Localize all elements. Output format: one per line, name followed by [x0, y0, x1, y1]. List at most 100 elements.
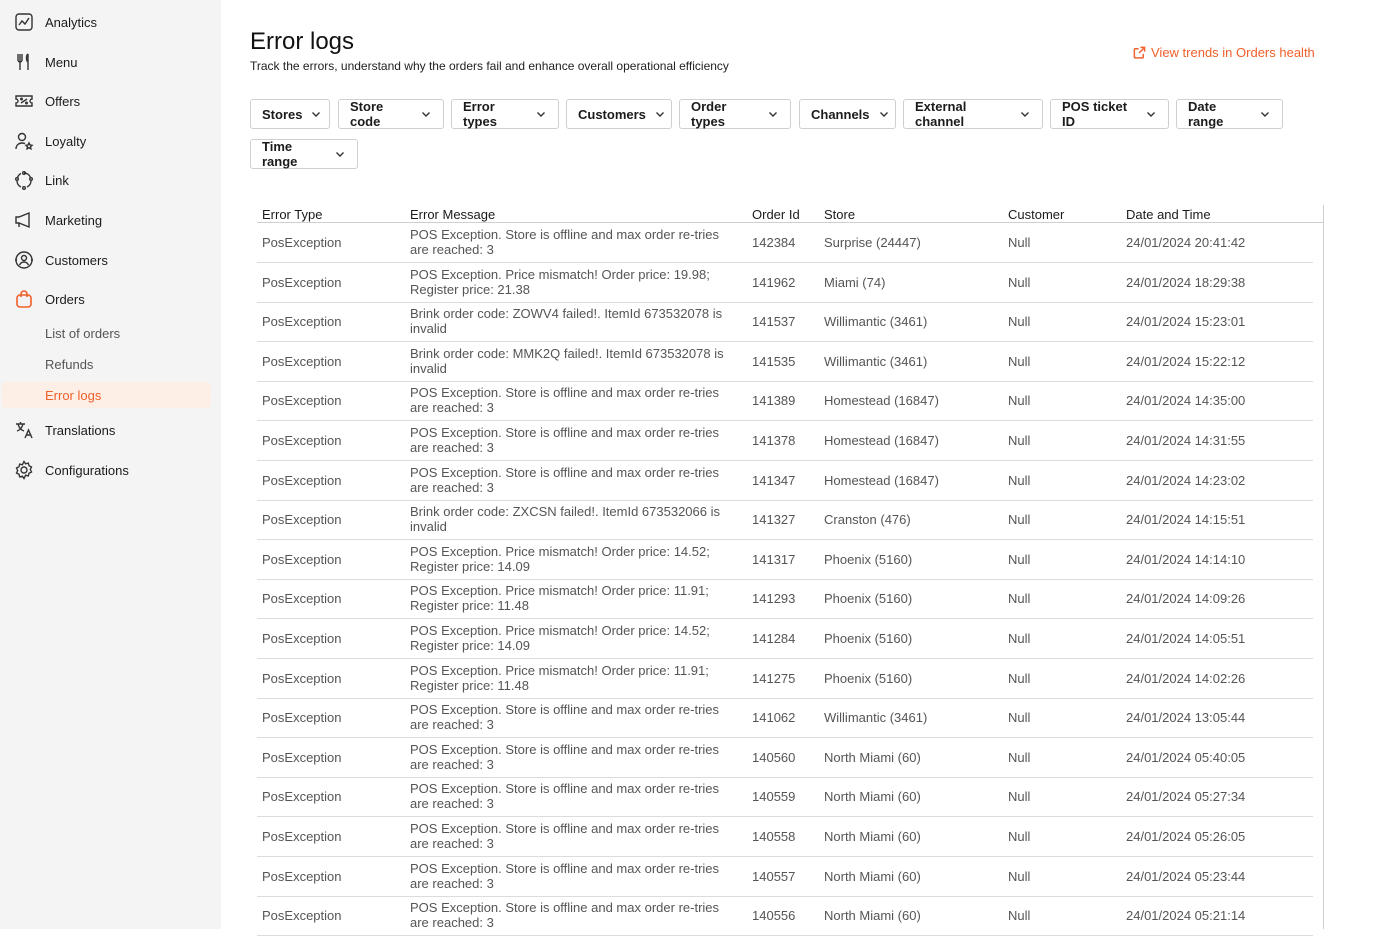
table-row[interactable]: PosException Brink order code: MMK2Q fail… — [257, 342, 1313, 382]
cell-order-id: 141389 — [752, 393, 796, 409]
sidebar-item-orders[interactable]: Orders — [0, 281, 221, 317]
cell-order-id: 141327 — [752, 512, 796, 528]
filter-label: Time range — [262, 139, 298, 169]
error-message-line: are reached: 3 — [410, 479, 494, 495]
cell-error-message: POS Exception. Price mismatch! Order pri… — [410, 267, 745, 297]
sidebar-item-translations[interactable]: Translations — [0, 412, 221, 448]
table-row[interactable]: PosException POS Exception. Store is offl… — [257, 381, 1313, 422]
filter-label: Store code — [350, 99, 384, 129]
cell-error-type: PosException — [262, 353, 342, 369]
error-message-line: Register price: 21.38 — [410, 281, 530, 297]
sidebar-item-label: Configurations — [45, 462, 129, 478]
cell-error-type: PosException — [262, 591, 342, 607]
table-row[interactable]: PosException POS Exception. Store is offl… — [257, 223, 1313, 263]
cell-customer: Null — [1008, 314, 1031, 330]
filter-error-types[interactable]: Error types — [451, 99, 559, 129]
cell-store: North Miami (60) — [824, 908, 921, 924]
cell-error-type: PosException — [262, 631, 342, 646]
cell-store: Cranston (476) — [824, 512, 911, 528]
table-row[interactable]: PosException Brink order code: ZOWV4 fail… — [257, 302, 1313, 343]
sidebar-item-link[interactable]: Link — [0, 162, 221, 198]
error-message-line: are reached: 3 — [410, 717, 494, 733]
error-message-line: POS Exception. Store is offline and max … — [410, 227, 720, 242]
table-row[interactable]: PosException POS Exception. Store is offl… — [257, 896, 1313, 936]
column-header-store[interactable]: Store — [824, 207, 855, 222]
cell-error-message: POS Exception. Store is offline and max … — [410, 821, 745, 851]
table-row[interactable]: PosException POS Exception. Price mismatc… — [257, 579, 1313, 620]
filter-time-range[interactable]: Time range — [250, 139, 358, 169]
table-row[interactable]: PosException POS Exception. Store is offl… — [257, 857, 1313, 897]
filter-order-types[interactable]: Order types — [679, 99, 791, 129]
table-row[interactable]: PosException POS Exception. Price mismatc… — [257, 619, 1313, 659]
sidebar-item-label: Customers — [45, 252, 108, 268]
cell-store: Surprise (24447) — [824, 235, 921, 250]
page-title: Error logs — [250, 28, 355, 55]
column-header-order-id[interactable]: Order Id — [752, 207, 800, 222]
cell-order-id: 141317 — [752, 551, 796, 567]
cell-order-id: 142384 — [752, 235, 796, 250]
filter-channels[interactable]: Channels — [799, 99, 896, 129]
table-row[interactable]: PosException POS Exception. Store is offl… — [257, 461, 1313, 501]
cell-store: Willimantic (3461) — [824, 353, 928, 369]
cell-error-message: POS Exception. Store is offline and max … — [410, 742, 745, 772]
sidebar-item-customers[interactable]: Customers — [0, 242, 221, 278]
error-message-line: Register price: 14.09 — [410, 638, 530, 653]
table-row[interactable]: PosException POS Exception. Store is offl… — [257, 698, 1313, 739]
table-row[interactable]: PosException Brink order code: ZXCSN fail… — [257, 500, 1313, 541]
cell-date-time: 24/01/2024 14:09:26 — [1126, 591, 1246, 607]
table-row[interactable]: PosException POS Exception. Price mismatc… — [257, 540, 1313, 580]
cell-store: Homestead (16847) — [824, 433, 939, 448]
sidebar-item-offers[interactable]: Offers — [0, 83, 221, 119]
column-header-customer[interactable]: Customer — [1008, 207, 1064, 222]
filter-date-range[interactable]: Date range — [1176, 99, 1283, 129]
cell-store: North Miami (60) — [824, 829, 921, 844]
sidebar-item-configurations[interactable]: Configurations — [0, 452, 221, 488]
table-row[interactable]: PosException POS Exception. Store is offl… — [257, 421, 1313, 461]
cell-error-type: PosException — [262, 908, 342, 924]
sidebar-item-analytics[interactable]: Analytics — [0, 4, 221, 40]
filter-pos-ticket-id[interactable]: POS ticket ID — [1050, 99, 1169, 129]
error-message-line: Brink order code: MMK2Q failed!. ItemId … — [410, 345, 724, 361]
view-trends-link[interactable]: View trends in Orders health — [1133, 45, 1315, 60]
filter-stores[interactable]: Stores — [250, 99, 330, 129]
sidebar-item-menu[interactable]: Menu — [0, 44, 221, 80]
error-message-line: POS Exception. Price mismatch! Order pri… — [410, 623, 710, 638]
filter-label: Date range — [1188, 99, 1224, 129]
cell-date-time: 24/01/2024 20:41:42 — [1126, 235, 1246, 250]
cell-order-id: 140556 — [752, 908, 796, 924]
table-row[interactable]: PosException POS Exception. Price mismatc… — [257, 263, 1313, 303]
sidebar-subitem-label: Error logs — [45, 387, 102, 403]
filter-customers[interactable]: Customers — [566, 99, 672, 129]
column-header-error-message[interactable]: Error Message — [410, 207, 495, 222]
sidebar-item-loyalty[interactable]: Loyalty — [0, 123, 221, 159]
cell-order-id: 141537 — [752, 314, 796, 330]
error-message-line: POS Exception. Store is offline and max … — [410, 464, 720, 480]
filter-store-code[interactable]: Store code — [338, 99, 444, 129]
sidebar-subitem-list-of-orders[interactable]: List of orders — [2, 320, 211, 346]
error-logs-table: Error Type Error Message Order Id Store … — [257, 205, 1324, 936]
table-row[interactable]: PosException POS Exception. Store is offl… — [257, 777, 1313, 818]
cell-store: Phoenix (5160) — [824, 591, 913, 607]
cell-store: Homestead (16847) — [824, 393, 939, 409]
sidebar-item-marketing[interactable]: Marketing — [0, 202, 221, 238]
chevron-down-icon — [1145, 108, 1157, 120]
table-row[interactable]: PosException POS Exception. Store is offl… — [257, 817, 1313, 857]
sidebar-item-label: Menu — [45, 54, 78, 70]
analytics-icon — [13, 11, 35, 33]
cell-error-message: POS Exception. Store is offline and max … — [410, 465, 745, 495]
cell-order-id: 141535 — [752, 353, 796, 369]
table-row[interactable]: PosException POS Exception. Price mismatc… — [257, 659, 1313, 699]
table-row[interactable]: PosException POS Exception. Store is offl… — [257, 738, 1313, 778]
sidebar-subitem-error-logs[interactable]: Error logs — [2, 382, 211, 408]
cell-error-message: POS Exception. Store is offline and max … — [410, 385, 745, 415]
sidebar-subitem-refunds[interactable]: Refunds — [2, 351, 211, 377]
cell-customer: Null — [1008, 512, 1031, 528]
cell-store: Willimantic (3461) — [824, 314, 928, 330]
column-header-date-time[interactable]: Date and Time — [1126, 207, 1211, 222]
cell-store: Homestead (16847) — [824, 472, 939, 488]
error-message-line: POS Exception. Store is offline and max … — [410, 702, 720, 718]
filter-external-channel[interactable]: External channel — [903, 99, 1043, 129]
cell-customer: Null — [1008, 829, 1031, 844]
chevron-down-icon — [654, 108, 666, 120]
column-header-error-type[interactable]: Error Type — [262, 207, 322, 222]
